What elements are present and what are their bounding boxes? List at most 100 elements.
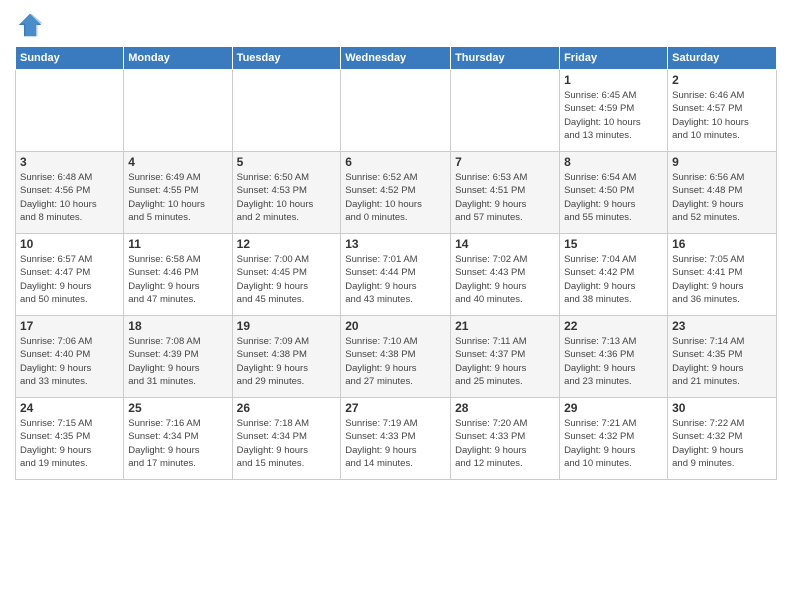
calendar-header: SundayMondayTuesdayWednesdayThursdayFrid… — [16, 47, 777, 70]
calendar-week-row: 17Sunrise: 7:06 AM Sunset: 4:40 PM Dayli… — [16, 316, 777, 398]
day-number: 6 — [345, 155, 446, 169]
day-info: Sunrise: 6:57 AM Sunset: 4:47 PM Dayligh… — [20, 253, 119, 306]
calendar-cell: 30 Sunrise: 7:22 AM Sunset: 4:32 PM Dayli… — [668, 398, 777, 480]
day-number: 28 — [455, 401, 555, 415]
day-info: Sunrise: 6:54 AM Sunset: 4:50 PM Dayligh… — [564, 171, 663, 224]
calendar-week-row: 3Sunrise: 6:48 AM Sunset: 4:56 PM Daylig… — [16, 152, 777, 234]
day-info: Sunrise: 7:21 AM Sunset: 4:32 PM Dayligh… — [564, 417, 663, 470]
header-row: SundayMondayTuesdayWednesdayThursdayFrid… — [16, 47, 777, 70]
calendar-cell: 23Sunrise: 7:14 AM Sunset: 4:35 PM Dayli… — [668, 316, 777, 398]
day-info: Sunrise: 7:15 AM Sunset: 4:35 PM Dayligh… — [20, 417, 119, 470]
calendar-cell: 4 Sunrise: 6:49 AM Sunset: 4:55 PM Daylig… — [124, 152, 232, 234]
calendar-cell: 17Sunrise: 7:06 AM Sunset: 4:40 PM Dayli… — [16, 316, 124, 398]
calendar-cell: 20Sunrise: 7:10 AM Sunset: 4:38 PM Dayli… — [341, 316, 451, 398]
header — [15, 10, 777, 40]
calendar-cell: 6 Sunrise: 6:52 AM Sunset: 4:52 PM Daylig… — [341, 152, 451, 234]
calendar-cell: 12 Sunrise: 7:00 AM Sunset: 4:45 PM Dayli… — [232, 234, 341, 316]
day-info: Sunrise: 7:08 AM Sunset: 4:39 PM Dayligh… — [128, 335, 227, 388]
calendar-cell: 8 Sunrise: 6:54 AM Sunset: 4:50 PM Daylig… — [560, 152, 668, 234]
day-number: 3 — [20, 155, 119, 169]
calendar-cell: 22 Sunrise: 7:13 AM Sunset: 4:36 PM Dayli… — [560, 316, 668, 398]
calendar-cell — [341, 70, 451, 152]
day-info: Sunrise: 7:13 AM Sunset: 4:36 PM Dayligh… — [564, 335, 663, 388]
day-info: Sunrise: 7:00 AM Sunset: 4:45 PM Dayligh… — [237, 253, 337, 306]
calendar-cell: 3Sunrise: 6:48 AM Sunset: 4:56 PM Daylig… — [16, 152, 124, 234]
day-info: Sunrise: 7:20 AM Sunset: 4:33 PM Dayligh… — [455, 417, 555, 470]
calendar-cell: 21 Sunrise: 7:11 AM Sunset: 4:37 PM Dayli… — [451, 316, 560, 398]
day-info: Sunrise: 6:49 AM Sunset: 4:55 PM Dayligh… — [128, 171, 227, 224]
day-number: 23 — [672, 319, 772, 333]
day-info: Sunrise: 7:10 AM Sunset: 4:38 PM Dayligh… — [345, 335, 446, 388]
calendar-cell: 24 Sunrise: 7:15 AM Sunset: 4:35 PM Dayli… — [16, 398, 124, 480]
day-number: 26 — [237, 401, 337, 415]
day-info: Sunrise: 7:18 AM Sunset: 4:34 PM Dayligh… — [237, 417, 337, 470]
calendar-week-row: 10Sunrise: 6:57 AM Sunset: 4:47 PM Dayli… — [16, 234, 777, 316]
day-info: Sunrise: 6:53 AM Sunset: 4:51 PM Dayligh… — [455, 171, 555, 224]
calendar-cell — [451, 70, 560, 152]
day-info: Sunrise: 6:56 AM Sunset: 4:48 PM Dayligh… — [672, 171, 772, 224]
day-number: 2 — [672, 73, 772, 87]
day-info: Sunrise: 7:22 AM Sunset: 4:32 PM Dayligh… — [672, 417, 772, 470]
day-info: Sunrise: 7:19 AM Sunset: 4:33 PM Dayligh… — [345, 417, 446, 470]
page: SundayMondayTuesdayWednesdayThursdayFrid… — [0, 0, 792, 612]
calendar: SundayMondayTuesdayWednesdayThursdayFrid… — [15, 46, 777, 480]
calendar-header-cell: Saturday — [668, 47, 777, 70]
calendar-header-cell: Tuesday — [232, 47, 341, 70]
calendar-header-cell: Thursday — [451, 47, 560, 70]
day-number: 18 — [128, 319, 227, 333]
day-info: Sunrise: 7:04 AM Sunset: 4:42 PM Dayligh… — [564, 253, 663, 306]
day-info: Sunrise: 6:50 AM Sunset: 4:53 PM Dayligh… — [237, 171, 337, 224]
calendar-body: 1 Sunrise: 6:45 AM Sunset: 4:59 PM Daylig… — [16, 70, 777, 480]
calendar-header-cell: Sunday — [16, 47, 124, 70]
calendar-week-row: 1 Sunrise: 6:45 AM Sunset: 4:59 PM Daylig… — [16, 70, 777, 152]
calendar-header-cell: Wednesday — [341, 47, 451, 70]
day-number: 8 — [564, 155, 663, 169]
day-info: Sunrise: 7:16 AM Sunset: 4:34 PM Dayligh… — [128, 417, 227, 470]
day-number: 22 — [564, 319, 663, 333]
calendar-cell: 7 Sunrise: 6:53 AM Sunset: 4:51 PM Daylig… — [451, 152, 560, 234]
calendar-cell: 15 Sunrise: 7:04 AM Sunset: 4:42 PM Dayli… — [560, 234, 668, 316]
calendar-cell: 11 Sunrise: 6:58 AM Sunset: 4:46 PM Dayli… — [124, 234, 232, 316]
day-number: 29 — [564, 401, 663, 415]
calendar-cell: 16Sunrise: 7:05 AM Sunset: 4:41 PM Dayli… — [668, 234, 777, 316]
day-info: Sunrise: 7:09 AM Sunset: 4:38 PM Dayligh… — [237, 335, 337, 388]
day-info: Sunrise: 6:45 AM Sunset: 4:59 PM Dayligh… — [564, 89, 663, 142]
calendar-cell — [124, 70, 232, 152]
day-number: 4 — [128, 155, 227, 169]
day-number: 25 — [128, 401, 227, 415]
day-number: 5 — [237, 155, 337, 169]
calendar-header-cell: Friday — [560, 47, 668, 70]
calendar-cell: 29 Sunrise: 7:21 AM Sunset: 4:32 PM Dayli… — [560, 398, 668, 480]
calendar-cell — [16, 70, 124, 152]
day-number: 14 — [455, 237, 555, 251]
day-number: 27 — [345, 401, 446, 415]
day-info: Sunrise: 6:46 AM Sunset: 4:57 PM Dayligh… — [672, 89, 772, 142]
day-info: Sunrise: 6:52 AM Sunset: 4:52 PM Dayligh… — [345, 171, 446, 224]
calendar-cell: 5 Sunrise: 6:50 AM Sunset: 4:53 PM Daylig… — [232, 152, 341, 234]
day-number: 11 — [128, 237, 227, 251]
day-number: 7 — [455, 155, 555, 169]
day-number: 13 — [345, 237, 446, 251]
day-info: Sunrise: 7:11 AM Sunset: 4:37 PM Dayligh… — [455, 335, 555, 388]
calendar-cell: 2 Sunrise: 6:46 AM Sunset: 4:57 PM Daylig… — [668, 70, 777, 152]
day-number: 12 — [237, 237, 337, 251]
calendar-cell: 18 Sunrise: 7:08 AM Sunset: 4:39 PM Dayli… — [124, 316, 232, 398]
day-number: 15 — [564, 237, 663, 251]
calendar-cell: 27 Sunrise: 7:19 AM Sunset: 4:33 PM Dayli… — [341, 398, 451, 480]
day-number: 19 — [237, 319, 337, 333]
calendar-cell: 13Sunrise: 7:01 AM Sunset: 4:44 PM Dayli… — [341, 234, 451, 316]
day-number: 9 — [672, 155, 772, 169]
calendar-header-cell: Monday — [124, 47, 232, 70]
calendar-cell: 10Sunrise: 6:57 AM Sunset: 4:47 PM Dayli… — [16, 234, 124, 316]
calendar-cell — [232, 70, 341, 152]
day-info: Sunrise: 7:02 AM Sunset: 4:43 PM Dayligh… — [455, 253, 555, 306]
logo-icon — [15, 10, 45, 40]
day-number: 1 — [564, 73, 663, 87]
day-number: 17 — [20, 319, 119, 333]
day-number: 24 — [20, 401, 119, 415]
day-info: Sunrise: 6:58 AM Sunset: 4:46 PM Dayligh… — [128, 253, 227, 306]
day-number: 30 — [672, 401, 772, 415]
day-number: 21 — [455, 319, 555, 333]
calendar-cell: 19 Sunrise: 7:09 AM Sunset: 4:38 PM Dayli… — [232, 316, 341, 398]
calendar-cell: 28 Sunrise: 7:20 AM Sunset: 4:33 PM Dayli… — [451, 398, 560, 480]
